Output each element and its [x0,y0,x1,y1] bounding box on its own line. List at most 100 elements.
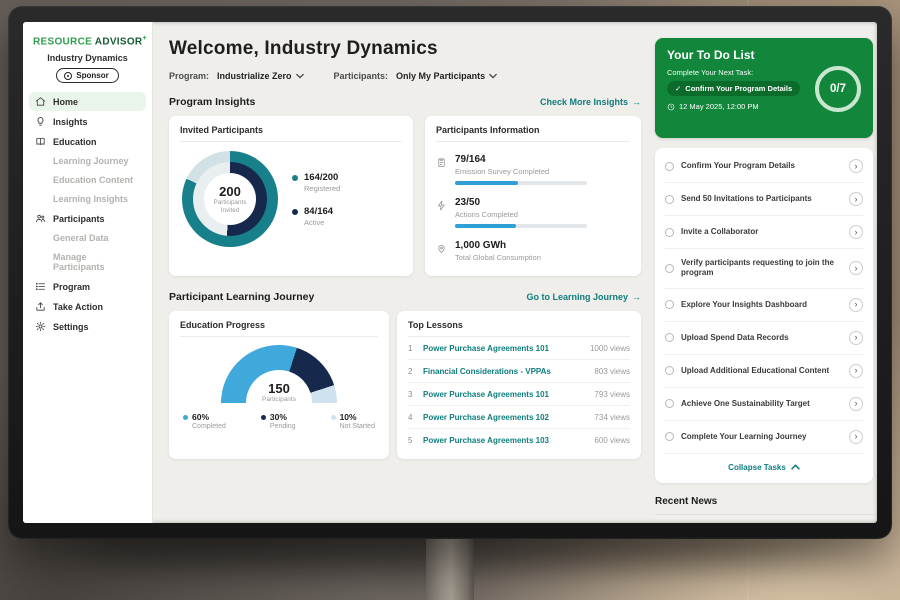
task-open-button[interactable]: › [849,397,863,411]
sidebar-item-manage-participants[interactable]: Manage Participants [29,248,146,276]
task-checkbox[interactable] [665,162,674,171]
task-checkbox[interactable] [665,333,674,342]
lesson-row: 2 Financial Considerations - VPPAs 803 v… [408,360,630,383]
task-checkbox[interactable] [665,366,674,375]
sidebar-item-take-action[interactable]: Take Action [29,297,146,316]
metric-row-actions: 23/50 Actions Completed [436,197,630,228]
sidebar-item-label: Insights [53,117,88,127]
task-checkbox[interactable] [665,264,674,273]
chevron-right-icon: › [855,300,858,309]
donut-center-value: 200 [219,184,241,199]
donut-center: 200 Participants Invited [204,173,256,225]
card-title: Top Lessons [408,320,630,337]
upload-icon [35,301,46,312]
legend-dot-completed [183,415,188,420]
chevron-right-icon: › [855,195,858,204]
task-open-button[interactable]: › [849,225,863,239]
sidebar-item-education[interactable]: Education [29,132,146,151]
task-row[interactable]: Invite a Collaborator › [665,216,863,249]
legend-item-completed: 60% Completed [183,412,226,430]
task-row[interactable]: Achieve One Sustainability Target › [665,388,863,421]
go-to-learning-journey-link[interactable]: Go to Learning Journey → [526,292,641,302]
task-row[interactable]: Upload Spend Data Records › [665,322,863,355]
program-filter-select[interactable]: Industrialize Zero [217,71,304,81]
gauge-center-label: Participants [221,396,337,403]
task-open-button[interactable]: › [849,261,863,275]
task-open-button[interactable]: › [849,331,863,345]
legend-item-active: 84/164 Active [292,206,340,227]
task-checkbox[interactable] [665,195,674,204]
check-icon: ✓ [675,84,681,93]
task-open-button[interactable]: › [849,159,863,173]
lightbulb-icon [35,116,46,127]
legend-item-pending: 30% Pending [261,412,296,430]
sidebar-item-label: Learning Insights [53,194,128,204]
next-task-pill[interactable]: ✓ Confirm Your Program Details [667,81,800,96]
task-row[interactable]: Confirm Your Program Details › [665,150,863,183]
task-open-button[interactable]: › [849,192,863,206]
org-name: Industry Dynamics [23,53,152,63]
lesson-link[interactable]: Power Purchase Agreements 102 [423,413,587,422]
program-filter-label: Program: [169,71,209,81]
lesson-rank: 1 [408,344,416,353]
legend-dot-not-started [331,415,336,420]
todo-title: Your To Do List [667,48,861,62]
sidebar-item-program[interactable]: Program [29,277,146,296]
sidebar-item-learning-journey[interactable]: Learning Journey [29,152,146,170]
metric-label: Total Global Consumption [455,253,541,262]
donut-center-label: Participants Invited [208,199,252,215]
task-open-button[interactable]: › [849,430,863,444]
sidebar-item-insights[interactable]: Insights [29,112,146,131]
progress-bar-actions [455,224,587,228]
sponsor-badge: Sponsor [56,68,118,83]
participants-information-card: Participants Information 79/164 Emission… [425,116,641,276]
chevron-right-icon: › [855,162,858,171]
lesson-row: 1 Power Purchase Agreements 101 1000 vie… [408,337,630,360]
monitor-bezel: RESOURCE ADVISOR+ Industry Dynamics Spon… [8,6,892,539]
sidebar-item-label: Program [53,282,90,292]
main-column: Welcome, Industry Dynamics Program: Indu… [169,22,641,459]
sidebar-item-settings[interactable]: Settings [29,317,146,336]
legend-item-registered: 164/200 Registered [292,172,340,193]
lesson-views: 734 views [594,413,630,422]
task-open-button[interactable]: › [849,298,863,312]
task-row[interactable]: Complete Your Learning Journey › [665,421,863,454]
task-checkbox[interactable] [665,228,674,237]
brand-suffix: ADVISOR [95,36,143,47]
metric-value: 79/164 [455,154,587,165]
sidebar-item-learning-insights[interactable]: Learning Insights [29,190,146,208]
task-checkbox[interactable] [665,300,674,309]
sidebar-item-education-content[interactable]: Education Content [29,171,146,189]
task-open-button[interactable]: › [849,364,863,378]
page-title: Welcome, Industry Dynamics [169,38,641,60]
lesson-views: 803 views [594,367,630,376]
task-row[interactable]: Explore Your Insights Dashboard › [665,289,863,322]
program-insights-header: Program Insights Check More Insights → [169,96,641,108]
collapse-tasks-button[interactable]: Collapse Tasks [665,454,863,481]
chevron-right-icon: › [855,333,858,342]
sidebar-item-participants[interactable]: Participants [29,209,146,228]
task-row[interactable]: Verify participants requesting to join t… [665,249,863,289]
top-lessons-card: Top Lessons 1 Power Purchase Agreements … [397,311,641,459]
gauge-center-value: 150 [221,381,337,396]
lesson-link[interactable]: Power Purchase Agreements 101 [423,344,583,353]
task-checkbox[interactable] [665,432,674,441]
check-more-insights-link[interactable]: Check More Insights → [540,97,641,107]
todo-tasks-card: Confirm Your Program Details › Send 50 I… [655,148,873,483]
sidebar-item-general-data[interactable]: General Data [29,229,146,247]
lesson-rank: 2 [408,367,416,376]
task-row[interactable]: Send 50 Invitations to Participants › [665,183,863,216]
legend-dot-pending [261,415,266,420]
lesson-views: 600 views [594,436,630,445]
task-checkbox[interactable] [665,399,674,408]
lesson-link[interactable]: Power Purchase Agreements 101 [423,390,587,399]
lesson-link[interactable]: Financial Considerations - VPPAs [423,367,587,376]
sidebar-item-home[interactable]: Home [29,92,146,111]
progress-bar-survey [455,181,587,185]
sidebar-item-label: Home [53,97,78,107]
lesson-link[interactable]: Power Purchase Agreements 103 [423,436,587,445]
participants-filter-select[interactable]: Only My Participants [396,71,497,81]
metric-value: 1,000 GWh [455,240,541,251]
app-logo: RESOURCE ADVISOR+ [23,22,152,51]
task-row[interactable]: Upload Additional Educational Content › [665,355,863,388]
